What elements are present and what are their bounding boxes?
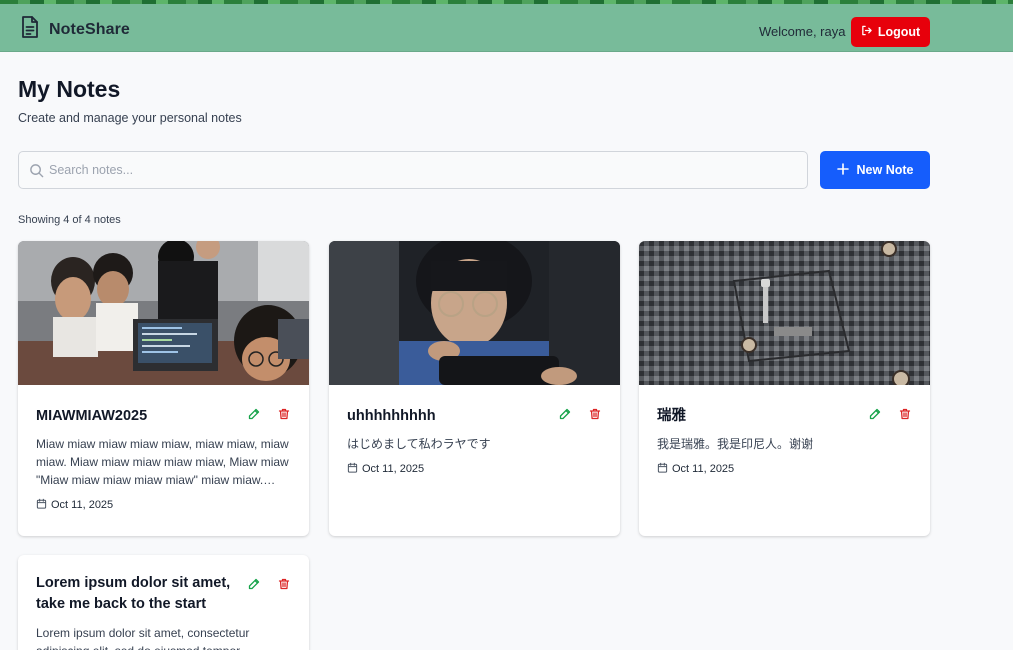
note-date: Oct 11, 2025 bbox=[36, 498, 113, 512]
note-card[interactable]: Lorem ipsum dolor sit amet, take me back… bbox=[18, 555, 309, 650]
new-note-label: New Note bbox=[856, 163, 914, 177]
note-image bbox=[18, 241, 309, 385]
calendar-icon bbox=[347, 462, 358, 476]
note-actions bbox=[867, 406, 912, 421]
app-name: NoteShare bbox=[49, 20, 130, 38]
note-actions bbox=[557, 406, 602, 421]
note-card[interactable]: uhhhhhhhhh はじめまして私わラヤです Oct 11, 2025 bbox=[329, 241, 620, 536]
note-card[interactable]: 瑞雅 我是瑞雅。我是印尼人。谢谢 Oct 11, 2025 bbox=[639, 241, 930, 536]
note-title: 瑞雅 bbox=[657, 408, 686, 424]
note-image bbox=[639, 241, 930, 385]
brand[interactable]: NoteShare bbox=[19, 15, 130, 44]
calendar-icon bbox=[657, 462, 668, 476]
note-content: はじめまして私わラヤです bbox=[347, 437, 491, 451]
note-card[interactable]: MIAWMIAW2025 Miaw miaw miaw miaw miaw, m… bbox=[18, 241, 309, 536]
note-content: Lorem ipsum dolor sit amet, consectetur … bbox=[36, 626, 250, 650]
delete-trash-icon[interactable] bbox=[276, 576, 291, 591]
note-date-text: Oct 11, 2025 bbox=[672, 463, 735, 475]
edit-pencil-icon[interactable] bbox=[246, 406, 261, 421]
edit-pencil-icon[interactable] bbox=[557, 406, 572, 421]
note-title: uhhhhhhhhh bbox=[347, 408, 436, 424]
note-content: Miaw miaw miaw miaw miaw, miaw miaw, mia… bbox=[36, 437, 289, 487]
plus-icon bbox=[836, 162, 849, 178]
new-note-button[interactable]: New Note bbox=[820, 151, 930, 189]
calendar-icon bbox=[36, 498, 47, 512]
delete-trash-icon[interactable] bbox=[276, 406, 291, 421]
logout-label: Logout bbox=[877, 25, 921, 39]
note-title: Lorem ipsum dolor sit amet, take me back… bbox=[36, 575, 231, 612]
logout-icon bbox=[861, 25, 872, 39]
note-content: 我是瑞雅。我是印尼人。谢谢 bbox=[657, 437, 814, 451]
search-box[interactable] bbox=[18, 151, 808, 189]
page-title: My Notes bbox=[18, 76, 121, 102]
note-date-text: Oct 11, 2025 bbox=[51, 499, 114, 511]
note-title: MIAWMIAW2025 bbox=[36, 408, 148, 424]
welcome-text: Welcome, raya bbox=[759, 24, 846, 39]
logout-button[interactable]: Logout bbox=[851, 17, 930, 47]
note-date: Oct 11, 2025 bbox=[347, 462, 424, 476]
document-icon bbox=[19, 15, 41, 44]
page-subtitle: Create and manage your personal notes bbox=[18, 111, 242, 125]
note-date: Oct 11, 2025 bbox=[657, 462, 734, 476]
delete-trash-icon[interactable] bbox=[897, 406, 912, 421]
edit-pencil-icon[interactable] bbox=[246, 576, 261, 591]
search-input[interactable] bbox=[49, 152, 799, 188]
note-actions bbox=[246, 406, 291, 421]
note-date-text: Oct 11, 2025 bbox=[362, 463, 425, 475]
edit-pencil-icon[interactable] bbox=[867, 406, 882, 421]
top-navbar: NoteShare Welcome, raya Logout bbox=[0, 0, 1013, 52]
note-image bbox=[329, 241, 620, 385]
delete-trash-icon[interactable] bbox=[587, 406, 602, 421]
notes-count: Showing 4 of 4 notes bbox=[18, 214, 121, 226]
note-actions bbox=[246, 576, 291, 591]
